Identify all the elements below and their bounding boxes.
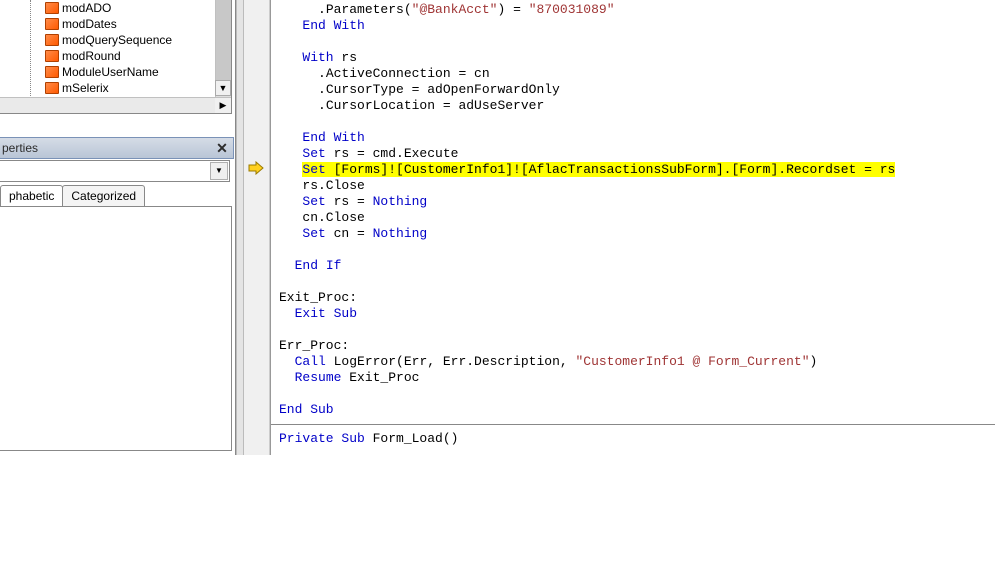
module-icon bbox=[44, 49, 60, 63]
execution-pointer-icon bbox=[248, 161, 264, 175]
code-line[interactable]: Set [Forms]![CustomerInfo1]![AflacTransa… bbox=[279, 162, 987, 178]
code-line[interactable]: Set rs = cmd.Execute bbox=[279, 146, 987, 162]
tree-vscroll-down-button[interactable]: ▼ bbox=[215, 80, 231, 96]
code-line[interactable]: cn.Close bbox=[279, 210, 987, 226]
tree-hscrollbar[interactable]: ▶ bbox=[0, 97, 231, 113]
code-line[interactable]: .ActiveConnection = cn bbox=[279, 66, 987, 82]
tree-item[interactable]: modADO bbox=[0, 0, 231, 16]
code-line[interactable]: rs.Close bbox=[279, 178, 987, 194]
module-icon bbox=[44, 65, 60, 79]
code-line[interactable]: .Parameters("@BankAcct") = "870031089" bbox=[279, 2, 987, 18]
code-line[interactable]: .CursorLocation = adUseServer bbox=[279, 98, 987, 114]
properties-grid[interactable] bbox=[0, 206, 232, 451]
code-line[interactable] bbox=[279, 242, 987, 258]
tree-connector bbox=[30, 0, 31, 98]
code-line[interactable]: Private Sub Form_Load() bbox=[279, 431, 987, 447]
module-icon bbox=[44, 17, 60, 31]
code-line[interactable]: With rs bbox=[279, 50, 987, 66]
code-editor[interactable]: .Parameters("@BankAcct") = "870031089" E… bbox=[270, 0, 995, 455]
splitter-handle[interactable] bbox=[236, 0, 244, 455]
highlighted-line: Set [Forms]![CustomerInfo1]![AflacTransa… bbox=[302, 162, 895, 177]
properties-object-combo[interactable]: ▼ bbox=[0, 160, 230, 182]
tree-item[interactable]: modRound bbox=[0, 48, 231, 64]
tree-item[interactable]: modDates bbox=[0, 16, 231, 32]
tree-item[interactable]: ModuleUserName bbox=[0, 64, 231, 80]
properties-title: perties bbox=[2, 141, 38, 155]
code-line[interactable]: End If bbox=[279, 258, 987, 274]
properties-header: perties ✕ bbox=[0, 137, 234, 159]
blank-area bbox=[0, 455, 995, 576]
code-line[interactable] bbox=[279, 274, 987, 290]
code-line[interactable]: Call LogError(Err, Err.Description, "Cus… bbox=[279, 354, 987, 370]
code-gutter bbox=[244, 0, 270, 455]
project-explorer-panel: modADO modDates modQuerySequence modRound Mo… bbox=[0, 0, 236, 455]
tree-item-label: ModuleUserName bbox=[62, 65, 159, 79]
code-line[interactable]: End Sub bbox=[279, 402, 987, 418]
tree-item[interactable]: modQuerySequence bbox=[0, 32, 231, 48]
code-line[interactable]: End With bbox=[279, 130, 987, 146]
code-line[interactable]: .CursorType = adOpenForwardOnly bbox=[279, 82, 987, 98]
tree-item-label: modRound bbox=[62, 49, 121, 63]
code-line[interactable]: Exit Sub bbox=[279, 306, 987, 322]
tree-item-label: mSelerix bbox=[62, 81, 109, 95]
code-line[interactable] bbox=[279, 322, 987, 338]
chevron-down-icon[interactable]: ▼ bbox=[210, 162, 228, 180]
code-line[interactable]: Resume Exit_Proc bbox=[279, 370, 987, 386]
properties-tabs: phabetic Categorized bbox=[0, 185, 232, 207]
module-icon bbox=[44, 1, 60, 15]
code-line[interactable]: Set rs = Nothing bbox=[279, 194, 987, 210]
tree-item-label: modADO bbox=[62, 1, 111, 15]
tab-categorized[interactable]: Categorized bbox=[62, 185, 145, 207]
tree-item[interactable]: mSelerix bbox=[0, 80, 231, 96]
procedure-separator bbox=[271, 424, 995, 425]
project-tree[interactable]: modADO modDates modQuerySequence modRound Mo… bbox=[0, 0, 232, 114]
tab-alphabetic[interactable]: phabetic bbox=[0, 185, 63, 207]
tree-hscroll-right-button[interactable]: ▶ bbox=[215, 98, 231, 113]
tree-item-label: modQuerySequence bbox=[62, 33, 172, 47]
code-line[interactable]: Err_Proc: bbox=[279, 338, 987, 354]
close-icon[interactable]: ✕ bbox=[214, 140, 230, 156]
code-line[interactable]: Set cn = Nothing bbox=[279, 226, 987, 242]
code-line[interactable] bbox=[279, 386, 987, 402]
code-line[interactable]: End With bbox=[279, 18, 987, 34]
code-line[interactable] bbox=[279, 114, 987, 130]
code-line[interactable]: Exit_Proc: bbox=[279, 290, 987, 306]
module-icon bbox=[44, 81, 60, 95]
tree-item-label: modDates bbox=[62, 17, 117, 31]
module-icon bbox=[44, 33, 60, 47]
code-line[interactable] bbox=[279, 34, 987, 50]
tree-vscroll-thumb[interactable] bbox=[216, 0, 231, 87]
